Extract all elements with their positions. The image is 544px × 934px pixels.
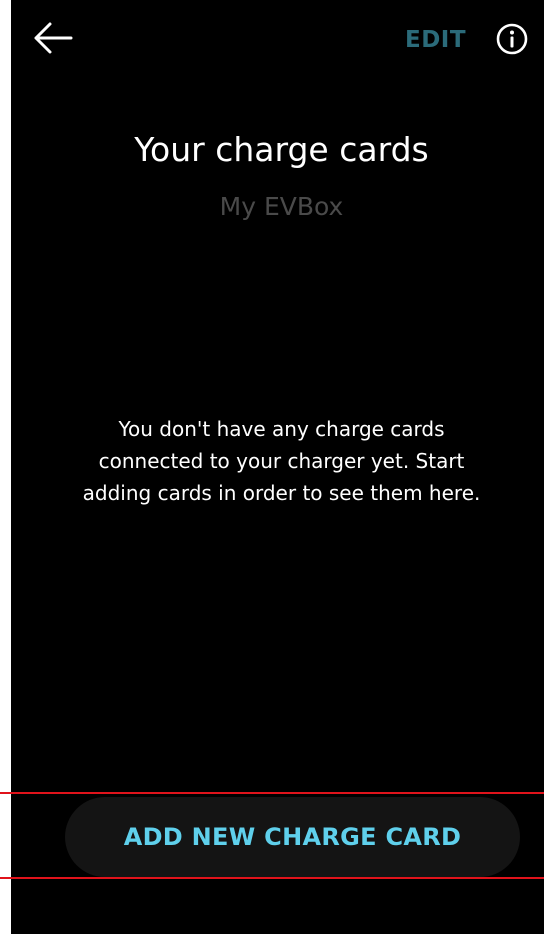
highlight-line-bottom [0, 877, 544, 879]
add-new-charge-card-button[interactable]: ADD NEW CHARGE CARD [65, 797, 520, 877]
info-circle-icon [496, 23, 528, 59]
back-button[interactable] [31, 20, 75, 60]
highlight-line-top [0, 792, 544, 794]
arrow-left-icon [33, 21, 73, 59]
page-title: Your charge cards [134, 130, 429, 169]
charger-name-subtitle: My EVBox [219, 192, 344, 221]
empty-state-message: You don't have any charge cards connecte… [82, 417, 481, 505]
info-button[interactable] [495, 23, 529, 59]
edit-button[interactable]: EDIT [405, 22, 466, 58]
